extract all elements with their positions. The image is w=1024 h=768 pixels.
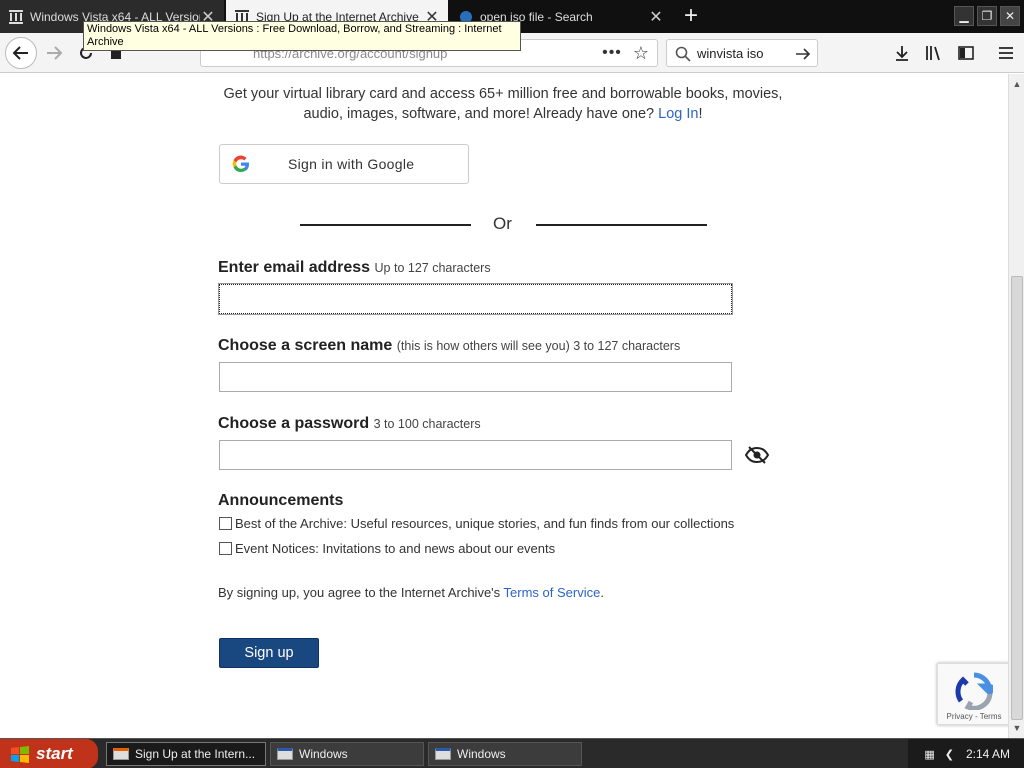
start-label: start: [36, 744, 73, 763]
announcements-heading: Announcements: [218, 492, 344, 509]
password-hint: 3 to 100 characters: [373, 417, 481, 431]
tab-tooltip: Windows Vista x64 - ALL Versions : Free …: [83, 21, 521, 51]
checkbox-label: Best of the Archive: Useful resources, u…: [235, 516, 735, 531]
scroll-down-arrow-icon[interactable]: ▼: [1010, 720, 1024, 736]
password-field[interactable]: [219, 440, 732, 470]
terms-suffix: .: [600, 585, 604, 600]
task-label: Windows: [299, 747, 348, 761]
page-actions-button[interactable]: •••: [598, 39, 626, 67]
taskbar-item-windows-2[interactable]: Windows: [428, 742, 582, 766]
firefox-icon: [113, 748, 129, 760]
terms-of-service-link[interactable]: Terms of Service: [504, 585, 601, 600]
screen-name-label: Choose a screen name (this is how others…: [218, 337, 680, 355]
login-link[interactable]: Log In: [658, 106, 698, 122]
menu-button[interactable]: [992, 39, 1020, 67]
library-icon: [926, 46, 940, 61]
back-button[interactable]: [5, 37, 37, 69]
more-icon: •••: [602, 44, 622, 61]
star-icon: ☆: [632, 42, 650, 63]
scroll-up-arrow-icon[interactable]: ▲: [1010, 76, 1024, 92]
login-suffix: !: [698, 106, 703, 122]
email-hint: Up to 127 characters: [374, 261, 491, 275]
checkbox-label: Event Notices: Invitations to and news a…: [235, 541, 556, 556]
terms-notice: By signing up, you agree to the Internet…: [218, 585, 604, 600]
vertical-scrollbar[interactable]: ▲ ▼: [1008, 74, 1024, 738]
search-value: winvista iso: [697, 45, 764, 61]
sidebar-button[interactable]: [952, 39, 980, 67]
system-tray: ▦ ❮ 2:14 AM: [908, 739, 1024, 768]
email-label: Enter email address Up to 127 characters: [218, 259, 491, 277]
screen-name-field[interactable]: [219, 362, 732, 392]
start-button[interactable]: start: [0, 739, 98, 768]
go-arrow-icon: [796, 48, 811, 60]
screen-name-label-text: Choose a screen name: [218, 337, 393, 354]
divider-right: [536, 224, 707, 226]
checkbox[interactable]: [219, 542, 232, 555]
keyboard-icon[interactable]: ▦: [924, 748, 934, 761]
events-option[interactable]: Event Notices: Invitations to and news a…: [219, 541, 555, 556]
tray-expand-icon[interactable]: ❮: [945, 748, 954, 761]
scroll-thumb[interactable]: [1011, 276, 1023, 720]
back-arrow-icon: [12, 46, 28, 60]
window-icon: [277, 748, 293, 760]
clock: 2:14 AM: [965, 747, 1010, 761]
taskbar-item-firefox[interactable]: Sign Up at the Intern...: [106, 742, 266, 766]
task-label: Windows: [457, 747, 506, 761]
window-icon: [435, 748, 451, 760]
downloads-button[interactable]: [888, 39, 916, 67]
divider-left: [300, 224, 471, 226]
page-content: Get your virtual library card and access…: [0, 74, 1008, 738]
taskbar-item-windows-1[interactable]: Windows: [270, 742, 424, 766]
forward-arrow-icon: [47, 46, 63, 60]
password-label-text: Choose a password: [218, 415, 370, 432]
hamburger-icon: [999, 47, 1013, 59]
taskbar: start Sign Up at the Intern... Windows W…: [0, 738, 1024, 768]
show-password-button[interactable]: [744, 445, 770, 465]
bookmark-button[interactable]: ☆: [627, 39, 655, 67]
google-button-label: Sign in with Google: [288, 156, 415, 172]
recaptcha-links[interactable]: Privacy - Terms: [938, 712, 1008, 721]
sidebar-icon: [958, 46, 974, 60]
archive-favicon-icon: [8, 9, 24, 25]
checkbox[interactable]: [219, 517, 232, 530]
google-signin-button[interactable]: Sign in with Google: [219, 144, 469, 184]
download-icon: [896, 46, 908, 61]
restore-button[interactable]: ❐: [977, 6, 997, 26]
search-bar[interactable]: winvista iso: [666, 39, 818, 67]
intro-text: Get your virtual library card and access…: [218, 84, 788, 124]
close-window-button[interactable]: ✕: [1000, 6, 1020, 26]
windows-logo-icon: [11, 746, 29, 763]
password-label: Choose a password 3 to 100 characters: [218, 415, 481, 433]
close-tab-icon[interactable]: ✕: [648, 7, 664, 27]
screen-name-hint: (this is how others will see you) 3 to 1…: [396, 339, 681, 353]
google-logo-icon: [232, 155, 250, 173]
minimize-button[interactable]: ▁: [954, 6, 974, 26]
recaptcha-icon: [955, 672, 993, 710]
or-separator: Or: [493, 214, 512, 233]
recaptcha-badge[interactable]: Privacy - Terms: [937, 663, 1008, 725]
eye-slash-icon: [744, 446, 770, 464]
terms-prefix: By signing up, you agree to the Internet…: [218, 585, 501, 600]
library-button[interactable]: [920, 39, 948, 67]
search-icon: [675, 46, 691, 62]
new-tab-button[interactable]: +: [678, 4, 704, 30]
task-label: Sign Up at the Intern...: [135, 747, 256, 761]
newsletter-option[interactable]: Best of the Archive: Useful resources, u…: [219, 516, 734, 531]
sign-up-button[interactable]: Sign up: [219, 638, 319, 668]
forward-button[interactable]: [40, 39, 68, 67]
email-field[interactable]: [218, 283, 733, 315]
email-label-text: Enter email address: [218, 259, 371, 276]
